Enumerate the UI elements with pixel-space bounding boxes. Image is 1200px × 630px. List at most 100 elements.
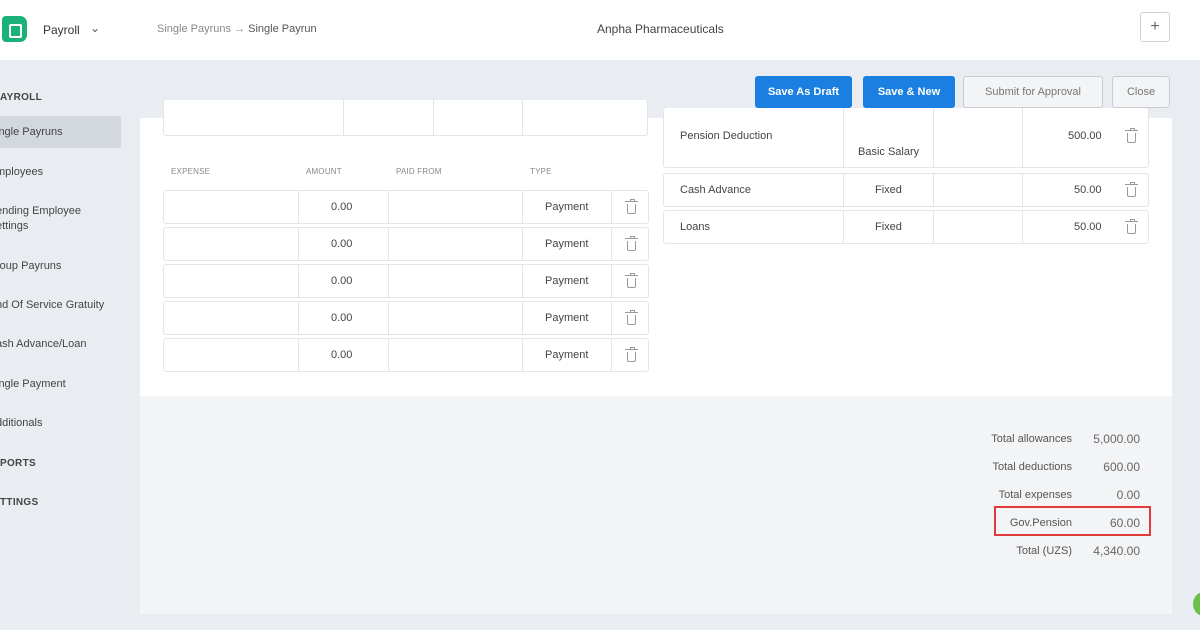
gov-pension-highlight [994,506,1151,536]
expense-type[interactable]: Payment [545,238,588,250]
trash-icon[interactable] [625,347,638,362]
nav-section-reports[interactable]: PORTS [0,458,140,469]
sidebar-item-employees[interactable]: mployees [0,166,140,182]
expense-row: 0.00 Payment [163,264,649,298]
cell-divider [298,302,299,334]
sidebar-item-additionals[interactable]: dditionals [0,417,140,433]
sidebar-item-label: roup Payruns [0,260,62,272]
cell-divider [933,211,934,243]
sidebar-item-label: ash Advance/Loan [0,338,87,350]
cell-divider [611,191,612,223]
cell-divider [1022,108,1023,167]
trash-icon[interactable] [1125,219,1138,234]
cell-divider [1022,174,1023,206]
cell-divider [388,191,389,223]
deduction-name: Loans [680,221,710,233]
deduction-row: Pension Deduction Basic Salary 500.00 [663,108,1149,168]
sidebar-item-group-payruns[interactable]: roup Payruns [0,260,140,276]
trash-icon[interactable] [1125,182,1138,197]
total-allowances-label: Total allowances [991,433,1072,445]
breadcrumb-parent[interactable]: Single Payruns [157,23,231,35]
cell-divider [298,265,299,297]
chat-widget-icon[interactable] [1193,592,1200,616]
totals-panel [140,396,1172,614]
expense-amount[interactable]: 0.00 [331,275,352,287]
module-switcher[interactable]: Payroll ⌄ [0,0,140,60]
expense-row: 0.00 Payment [163,338,649,372]
cell-divider [298,339,299,371]
expense-amount[interactable]: 0.00 [331,349,352,361]
cell-divider [933,174,934,206]
module-name: Payroll [43,23,80,37]
sidebar-item-cash-advance-loan[interactable]: ash Advance/Loan [0,338,140,354]
sidebar-item-single-payruns[interactable]: ingle Payruns [0,116,121,148]
cell-divider [522,191,523,223]
close-button[interactable]: Close [1112,76,1170,108]
expense-type[interactable]: Payment [545,201,588,213]
sidebar-item-end-of-service-gratuity[interactable]: nd Of Service Gratuity [0,299,140,315]
trash-icon[interactable] [625,199,638,214]
paid-from-header: PAID FROM [396,167,442,176]
cell-divider [388,265,389,297]
deduction-type[interactable]: Fixed [875,184,902,196]
total-allowances-value: 5,000.00 [1093,432,1140,446]
cell-divider [298,228,299,260]
breadcrumb-arrow-icon: → [234,23,246,35]
cell-divider [522,228,523,260]
cell-divider [843,174,844,206]
trash-icon[interactable] [625,273,638,288]
breadcrumb-current: Single Payrun [248,23,317,35]
plus-icon[interactable]: + [1140,12,1170,42]
cell-divider [388,302,389,334]
save-and-new-button[interactable]: Save & New [863,76,955,108]
total-uzs-value: 4,340.00 [1093,544,1140,558]
deduction-name: Cash Advance [680,184,751,196]
cell-divider [843,211,844,243]
cell-divider [611,265,612,297]
sidebar: Payroll ⌄ AYROLL ingle Payruns mployees … [0,0,140,630]
expense-type[interactable]: Payment [545,349,588,361]
deduction-amount[interactable]: 50.00 [1074,184,1102,196]
chevron-down-icon[interactable]: ⌄ [90,21,100,35]
deduction-type[interactable]: Basic Salary [858,146,919,158]
deduction-amount[interactable]: 50.00 [1074,221,1102,233]
sidebar-item-label: ettings [0,220,29,232]
expense-amount[interactable]: 0.00 [331,201,352,213]
cell-divider [522,265,523,297]
sidebar-item-label: ingle Payment [0,378,66,390]
expense-type[interactable]: Payment [545,312,588,324]
deduction-name: Pension Deduction [680,130,773,142]
nav-section-payroll[interactable]: AYROLL [0,92,140,103]
cell-divider [388,228,389,260]
sidebar-item-label: mployees [0,166,44,178]
trash-icon[interactable] [1125,128,1138,143]
sidebar-item-label: dditionals [0,417,43,429]
expense-amount[interactable]: 0.00 [331,312,352,324]
cell-divider [388,339,389,371]
save-as-draft-button[interactable]: Save As Draft [755,76,852,108]
deduction-amount[interactable]: 500.00 [1068,130,1102,142]
expense-row: 0.00 Payment [163,190,649,224]
wallet-logo-icon [2,16,27,42]
expense-type[interactable]: Payment [545,275,588,287]
cell-divider [611,339,612,371]
total-uzs-label: Total (UZS) [1016,545,1072,557]
expense-amount[interactable]: 0.00 [331,238,352,250]
trash-icon[interactable] [625,236,638,251]
expense-header: EXPENSE [171,167,211,176]
cell-divider [611,228,612,260]
top-header: Single Payruns → Single Payrun Anpha Pha… [140,0,1200,60]
sidebar-item-label: nd Of Service Gratuity [0,299,105,311]
sidebar-item-pending-employee-settings[interactable]: ending Employee ettings [0,205,140,237]
breadcrumb: Single Payruns → Single Payrun [157,23,317,35]
submit-for-approval-button[interactable]: Submit for Approval [963,76,1103,108]
sidebar-item-single-payment[interactable]: ingle Payment [0,378,140,394]
expense-row: 0.00 Payment [163,301,649,335]
trash-icon[interactable] [625,310,638,325]
deduction-type[interactable]: Fixed [875,221,902,233]
deduction-row: Loans Fixed 50.00 [663,210,1149,244]
total-deductions-label: Total deductions [992,461,1073,473]
type-header: TYPE [530,167,552,176]
nav-section-settings[interactable]: TTINGS [0,497,140,508]
total-expenses-label: Total expenses [998,489,1072,501]
